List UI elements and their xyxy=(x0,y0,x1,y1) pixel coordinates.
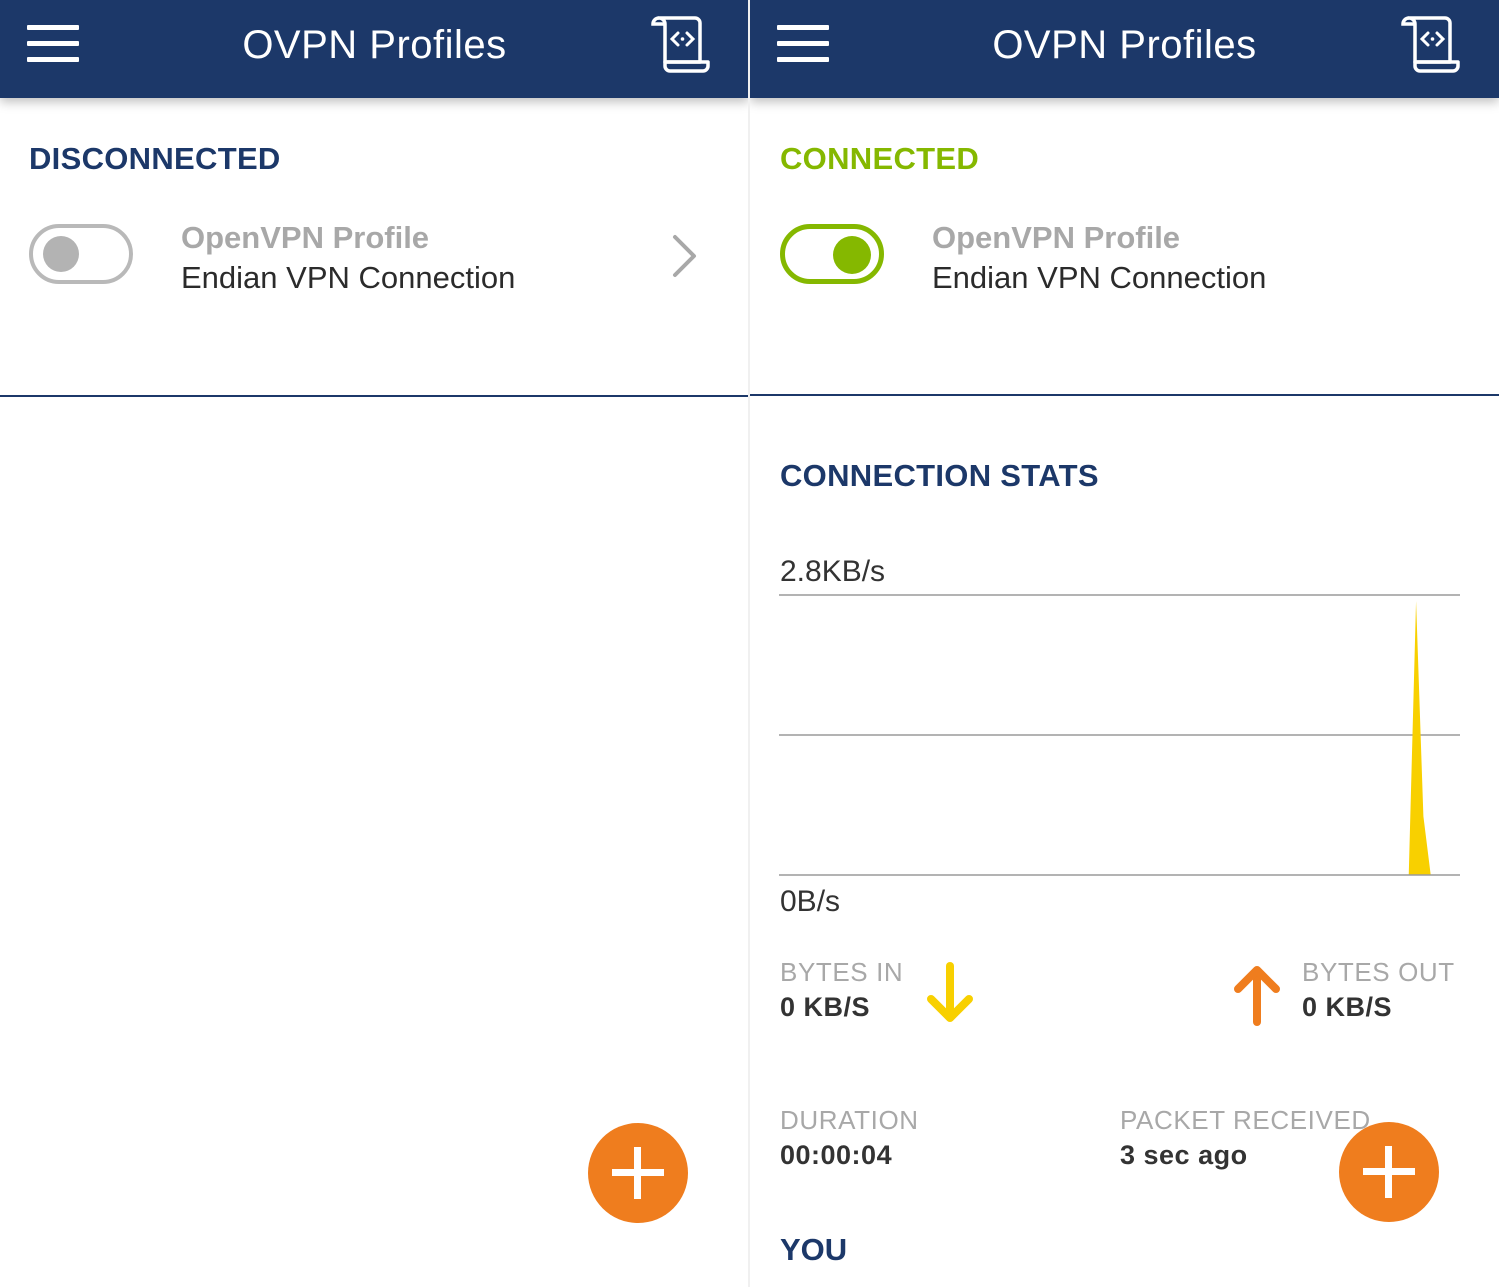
section-divider xyxy=(750,394,1499,396)
profile-item[interactable]: OpenVPN Profile Endian VPN Connection xyxy=(932,218,1266,298)
duration-label: DURATION xyxy=(780,1105,919,1135)
bytes-in-label: BYTES IN xyxy=(780,957,904,987)
app-bar: OVPN Profiles xyxy=(0,0,749,98)
chart-max-label: 2.8KB/s xyxy=(780,555,886,588)
import-profile-icon[interactable] xyxy=(651,14,711,74)
profile-name: Endian VPN Connection xyxy=(932,260,1267,295)
section-divider xyxy=(0,395,749,397)
app-title: OVPN Profiles xyxy=(242,23,507,67)
chart-min-label: 0B/s xyxy=(780,885,841,918)
add-profile-button[interactable] xyxy=(588,1123,688,1223)
connection-status: CONNECTED xyxy=(780,141,980,176)
duration-value: 00:00:04 xyxy=(780,1140,893,1170)
packet-received-value: 3 sec ago xyxy=(1120,1140,1248,1170)
arrow-down-icon xyxy=(927,962,973,1022)
bytes-out-value: 0 KB/S xyxy=(1302,992,1393,1022)
profile-type-label: OpenVPN Profile xyxy=(181,220,430,255)
profile-type-label: OpenVPN Profile xyxy=(932,220,1181,255)
traffic-chart xyxy=(779,594,1460,876)
disconnected-screen: OVPN Profiles DISCONNECTED OpenVPN Profi… xyxy=(0,0,749,1287)
profile-name: Endian VPN Connection xyxy=(181,260,516,295)
profile-item[interactable]: OpenVPN Profile Endian VPN Connection xyxy=(181,218,515,298)
chevron-right-icon[interactable] xyxy=(668,232,700,280)
add-profile-button[interactable] xyxy=(1339,1122,1439,1222)
connected-screen: OVPN Profiles CONNECTED OpenVPN Profile … xyxy=(750,0,1499,1287)
app-title: OVPN Profiles xyxy=(992,23,1257,67)
you-section-title: YOU xyxy=(780,1232,848,1267)
packet-received-label: PACKET RECEIVED xyxy=(1120,1105,1371,1135)
import-profile-icon[interactable] xyxy=(1401,14,1461,74)
bytes-in-value: 0 KB/S xyxy=(780,992,871,1022)
toggle-knob xyxy=(43,236,79,272)
toggle-knob xyxy=(833,236,871,274)
vpn-toggle[interactable] xyxy=(29,224,133,284)
bytes-out-label: BYTES OUT xyxy=(1302,957,1455,987)
connection-stats-title: CONNECTION STATS xyxy=(780,458,1099,493)
arrow-up-icon xyxy=(1234,966,1280,1026)
connection-status: DISCONNECTED xyxy=(29,141,281,176)
bytes-in-area xyxy=(779,601,1460,875)
app-bar: OVPN Profiles xyxy=(750,0,1499,98)
vpn-toggle[interactable] xyxy=(780,224,884,284)
